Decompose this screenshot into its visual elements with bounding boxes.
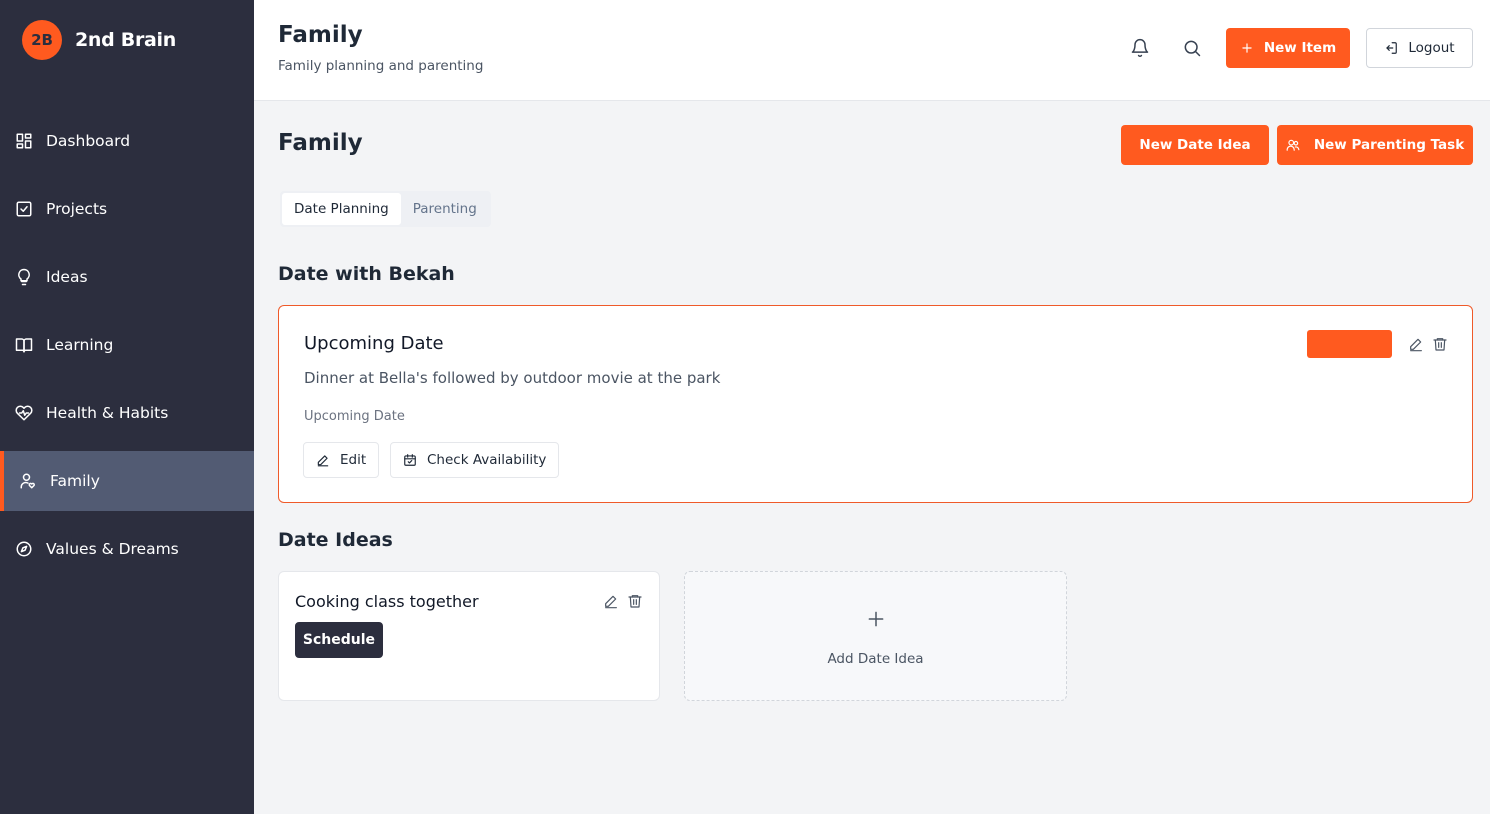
trash-icon[interactable] [627, 593, 643, 609]
sidebar: 2B 2nd Brain Dashboard Projects Ideas Le… [0, 0, 254, 814]
pencil-icon [316, 453, 330, 467]
top-header: Family Family planning and parenting New… [254, 0, 1490, 101]
sidebar-item-label: Ideas [46, 268, 88, 286]
sidebar-item-label: Family [50, 472, 100, 490]
status-badge [1307, 330, 1392, 358]
logout-label: Logout [1408, 40, 1455, 56]
sidebar-item-ideas[interactable]: Ideas [0, 247, 254, 307]
plus-icon [1240, 41, 1254, 55]
users-icon [1286, 138, 1300, 152]
schedule-button[interactable]: Schedule [295, 622, 383, 658]
lightbulb-icon [15, 268, 33, 286]
check-availability-label: Check Availability [427, 452, 547, 468]
trash-icon[interactable] [1432, 336, 1448, 352]
upcoming-date-meta: Upcoming Date [304, 409, 405, 424]
brand[interactable]: 2B 2nd Brain [22, 20, 176, 60]
checkbox-icon [15, 200, 33, 218]
brand-name: 2nd Brain [75, 29, 176, 51]
page-title: Family [278, 130, 363, 156]
heart-pulse-icon [15, 404, 33, 422]
dashboard-icon [15, 132, 33, 150]
sidebar-item-label: Projects [46, 200, 108, 218]
add-date-idea-label: Add Date Idea [827, 651, 924, 667]
header-title: Family [278, 22, 363, 48]
new-date-idea-button[interactable]: New Date Idea [1121, 125, 1269, 165]
brand-logo: 2B [22, 20, 62, 60]
date-idea-title: Cooking class together [295, 592, 479, 611]
sidebar-item-label: Values & Dreams [46, 540, 179, 558]
calendar-icon [403, 453, 417, 467]
ideas-section-title: Date Ideas [278, 529, 393, 551]
sidebar-item-projects[interactable]: Projects [0, 179, 254, 239]
sidebar-item-label: Health & Habits [46, 404, 169, 422]
book-icon [15, 336, 33, 354]
edit-icon[interactable] [1408, 336, 1424, 352]
sidebar-item-values-dreams[interactable]: Values & Dreams [0, 519, 254, 579]
compass-icon [15, 540, 33, 558]
new-parenting-task-button[interactable]: New Parenting Task [1277, 125, 1473, 165]
sidebar-item-label: Dashboard [46, 132, 131, 150]
sidebar-nav: Dashboard Projects Ideas Learning Health… [0, 111, 254, 587]
upcoming-date-description: Dinner at Bella's followed by outdoor mo… [304, 369, 721, 387]
check-availability-button[interactable]: Check Availability [390, 442, 560, 478]
search-icon[interactable] [1180, 36, 1204, 60]
new-parenting-task-label: New Parenting Task [1313, 137, 1465, 153]
logout-button[interactable]: Logout [1366, 28, 1473, 68]
user-heart-icon [19, 472, 37, 490]
upcoming-date-title: Upcoming Date [304, 333, 444, 354]
sidebar-item-label: Learning [46, 336, 114, 354]
edit-button[interactable]: Edit [303, 442, 380, 478]
sidebar-item-family[interactable]: Family [0, 451, 254, 511]
new-item-button[interactable]: New Item [1226, 28, 1350, 68]
plus-icon [866, 609, 886, 629]
sidebar-item-learning[interactable]: Learning [0, 315, 254, 375]
tab-parenting[interactable]: Parenting [401, 193, 489, 225]
new-date-idea-label: New Date Idea [1139, 137, 1251, 153]
header-subtitle: Family planning and parenting [278, 58, 484, 74]
add-date-idea-card[interactable]: Add Date Idea [684, 571, 1067, 701]
logout-icon [1384, 41, 1398, 55]
tab-bar: Date Planning Parenting [280, 191, 491, 227]
new-item-label: New Item [1263, 40, 1337, 56]
sidebar-item-dashboard[interactable]: Dashboard [0, 111, 254, 171]
edit-label: Edit [340, 452, 367, 468]
upcoming-date-card: Upcoming Date Dinner at Bella's followed… [278, 305, 1473, 503]
date-section-title: Date with Bekah [278, 263, 455, 285]
bell-icon[interactable] [1128, 36, 1152, 60]
sidebar-item-health-habits[interactable]: Health & Habits [0, 383, 254, 443]
edit-icon[interactable] [603, 593, 619, 609]
tab-date-planning[interactable]: Date Planning [282, 193, 401, 225]
date-idea-card: Cooking class together Schedule [278, 571, 660, 701]
